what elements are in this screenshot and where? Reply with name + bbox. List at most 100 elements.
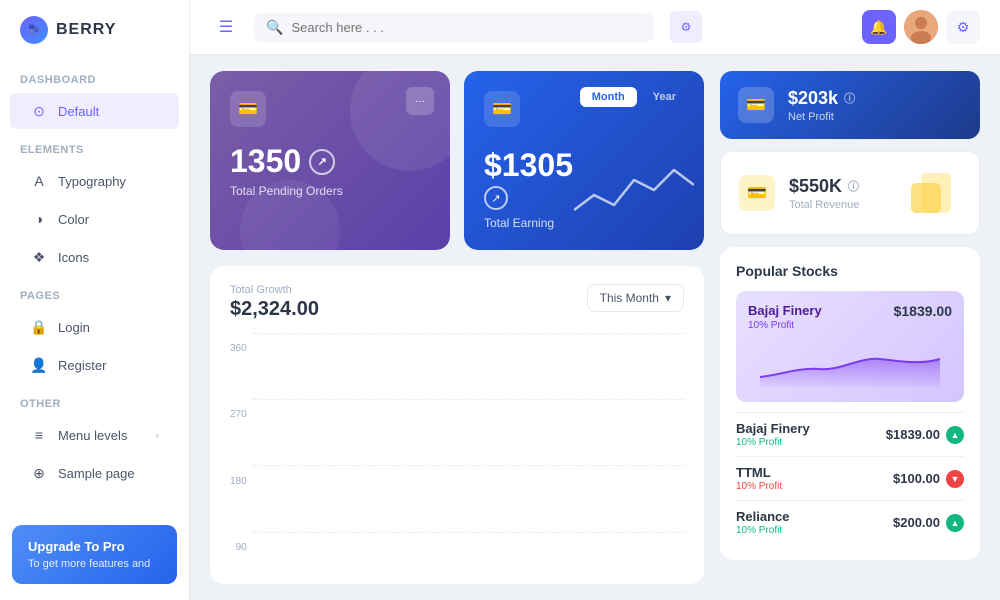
sidebar-item-sample-page-label: Sample page bbox=[58, 466, 135, 481]
stock-name-col: Bajaj Finery10% Profit bbox=[736, 421, 810, 448]
header: ☰ 🔍 ⚙ 🔔 ⚙ bbox=[190, 0, 1000, 55]
net-profit-card: 💳 $203k ⓘ Net Profit bbox=[720, 71, 980, 139]
earning-card-icon: 💳 bbox=[484, 91, 520, 127]
revenue-value: $550K ⓘ bbox=[789, 176, 887, 197]
pending-orders-label: Total Pending Orders bbox=[230, 184, 430, 198]
sidebar-item-typography-label: Typography bbox=[58, 174, 126, 189]
card-menu-button[interactable]: ··· bbox=[406, 87, 434, 115]
content-area: 💳 ··· 1350 ↗ Total Pending Orders 💳 Mont… bbox=[190, 55, 1000, 600]
logo-text: BERRY bbox=[56, 21, 116, 39]
header-actions: 🔔 ⚙ bbox=[862, 10, 980, 44]
net-profit-value: $203k ⓘ bbox=[788, 88, 962, 109]
popular-stocks-card: Popular Stocks Bajaj Finery 10% Profit $… bbox=[720, 247, 980, 560]
featured-stock-profit: 10% Profit bbox=[748, 320, 952, 331]
notification-button[interactable]: 🔔 bbox=[862, 10, 896, 44]
stocks-title: Popular Stocks bbox=[736, 263, 964, 279]
stock-list-item: Bajaj Finery10% Profit $1839.00 ▲ bbox=[736, 412, 964, 456]
sidebar-item-register[interactable]: 👤 Register bbox=[10, 347, 179, 383]
info-icon: ⓘ bbox=[844, 90, 855, 106]
sidebar-item-icons[interactable]: ❖ Icons bbox=[10, 239, 179, 275]
sidebar-item-default-label: Default bbox=[58, 104, 99, 119]
stock-name-col: Reliance10% Profit bbox=[736, 509, 789, 536]
earning-chart bbox=[574, 160, 694, 220]
y-label-90: 90 bbox=[230, 542, 247, 553]
color-icon: ◑ bbox=[30, 210, 48, 228]
total-revenue-card: 💳 $550K ⓘ Total Revenue bbox=[720, 151, 980, 235]
pending-orders-value: 1350 ↗ bbox=[230, 143, 430, 180]
this-month-filter[interactable]: This Month ▾ bbox=[587, 284, 684, 312]
stock-price: $1839.00 bbox=[886, 427, 940, 442]
revenue-icon: 💳 bbox=[739, 175, 775, 211]
search-icon: 🔍 bbox=[266, 19, 283, 36]
chevron-right-icon: › bbox=[156, 430, 159, 441]
sidebar-item-icons-label: Icons bbox=[58, 250, 89, 265]
stock-price-row: $100.00 ▼ bbox=[893, 470, 964, 488]
stock-profit: 10% Profit bbox=[736, 481, 782, 492]
sample-page-icon: ⊕ bbox=[30, 464, 48, 482]
stock-name-col: TTML10% Profit bbox=[736, 465, 782, 492]
total-earning-card: 💳 Month Year $1305 ↗ Total Earning bbox=[464, 71, 704, 250]
stock-name: TTML bbox=[736, 465, 782, 480]
pending-orders-card: 💳 ··· 1350 ↗ Total Pending Orders bbox=[210, 71, 450, 250]
sidebar-item-login[interactable]: 🔒 Login bbox=[10, 309, 179, 345]
stock-name: Reliance bbox=[736, 509, 789, 524]
typography-icon: A bbox=[30, 172, 48, 190]
revenue-graphic bbox=[901, 168, 961, 218]
top-cards: 💳 ··· 1350 ↗ Total Pending Orders 💳 Mont… bbox=[210, 71, 704, 250]
y-label-180: 180 bbox=[230, 476, 247, 487]
menu-levels-icon: ≡ bbox=[30, 426, 48, 444]
stock-list: Bajaj Finery10% Profit$1839.00▲TTML10% P… bbox=[736, 412, 964, 544]
right-stat-cards: 💳 $203k ⓘ Net Profit 💳 $550K ⓘ bbox=[720, 71, 980, 584]
sidebar-item-sample-page[interactable]: ⊕ Sample page bbox=[10, 455, 179, 491]
sidebar-item-default[interactable]: ⊙ Default bbox=[10, 93, 179, 129]
logo: 🫐 BERRY bbox=[0, 0, 189, 60]
earning-tabs: Month Year bbox=[580, 87, 688, 107]
search-input[interactable] bbox=[291, 20, 642, 35]
search-bar: 🔍 bbox=[254, 13, 654, 42]
tab-month[interactable]: Month bbox=[580, 87, 637, 107]
revenue-label: Total Revenue bbox=[789, 199, 887, 211]
default-icon: ⊙ bbox=[30, 102, 48, 120]
revenue-info: $550K ⓘ Total Revenue bbox=[789, 176, 887, 211]
sidebar-item-color[interactable]: ◑ Color bbox=[10, 201, 179, 237]
y-label-270: 270 bbox=[230, 409, 247, 420]
logo-icon: 🫐 bbox=[20, 16, 48, 44]
net-profit-info: $203k ⓘ Net Profit bbox=[788, 88, 962, 123]
stock-price-row: $200.00▲ bbox=[893, 514, 964, 532]
growth-info: Total Growth $2,324.00 bbox=[230, 284, 319, 321]
stock-price: $100.00 bbox=[893, 471, 940, 486]
tab-year[interactable]: Year bbox=[641, 87, 688, 107]
sidebar: 🫐 BERRY Dashboard ⊙ Default Elements A T… bbox=[0, 0, 190, 600]
y-axis: 360 270 180 90 bbox=[230, 333, 247, 553]
y-label-360: 360 bbox=[230, 343, 247, 354]
growth-header: Total Growth $2,324.00 This Month ▾ bbox=[230, 284, 684, 321]
pages-section-label: Pages bbox=[0, 276, 189, 308]
stock-trend-badge: ▲ bbox=[946, 426, 964, 444]
featured-stock-value: $1839.00 bbox=[894, 303, 952, 319]
stock-profit: 10% Profit bbox=[736, 525, 789, 536]
other-section-label: Other bbox=[0, 384, 189, 416]
register-icon: 👤 bbox=[30, 356, 48, 374]
elements-section-label: Elements bbox=[0, 130, 189, 162]
avatar[interactable] bbox=[904, 10, 938, 44]
upgrade-button[interactable]: Upgrade To Pro To get more features and bbox=[12, 525, 177, 584]
sidebar-item-register-label: Register bbox=[58, 358, 106, 373]
sidebar-item-typography[interactable]: A Typography bbox=[10, 163, 179, 199]
featured-stock-chart bbox=[748, 337, 952, 387]
upgrade-title: Upgrade To Pro bbox=[28, 539, 161, 554]
filter-button[interactable]: ⚙ bbox=[670, 11, 702, 43]
settings-button[interactable]: ⚙ bbox=[946, 10, 980, 44]
net-profit-label: Net Profit bbox=[788, 111, 962, 123]
bar-chart-container: 360 270 180 90 bbox=[230, 333, 684, 533]
sidebar-item-menu-levels-label: Menu levels bbox=[58, 428, 127, 443]
stock-name: Bajaj Finery bbox=[736, 421, 810, 436]
stock-trend-badge: ▼ bbox=[946, 470, 964, 488]
chevron-down-icon: ▾ bbox=[665, 291, 671, 305]
menu-toggle-button[interactable]: ☰ bbox=[210, 11, 242, 43]
sidebar-item-color-label: Color bbox=[58, 212, 89, 227]
stock-list-item: Reliance10% Profit $200.00▲ bbox=[736, 500, 964, 544]
net-profit-icon: 💳 bbox=[738, 87, 774, 123]
icons-icon: ❖ bbox=[30, 248, 48, 266]
stock-price: $200.00 bbox=[893, 515, 940, 530]
sidebar-item-menu-levels[interactable]: ≡ Menu levels › bbox=[10, 417, 179, 453]
